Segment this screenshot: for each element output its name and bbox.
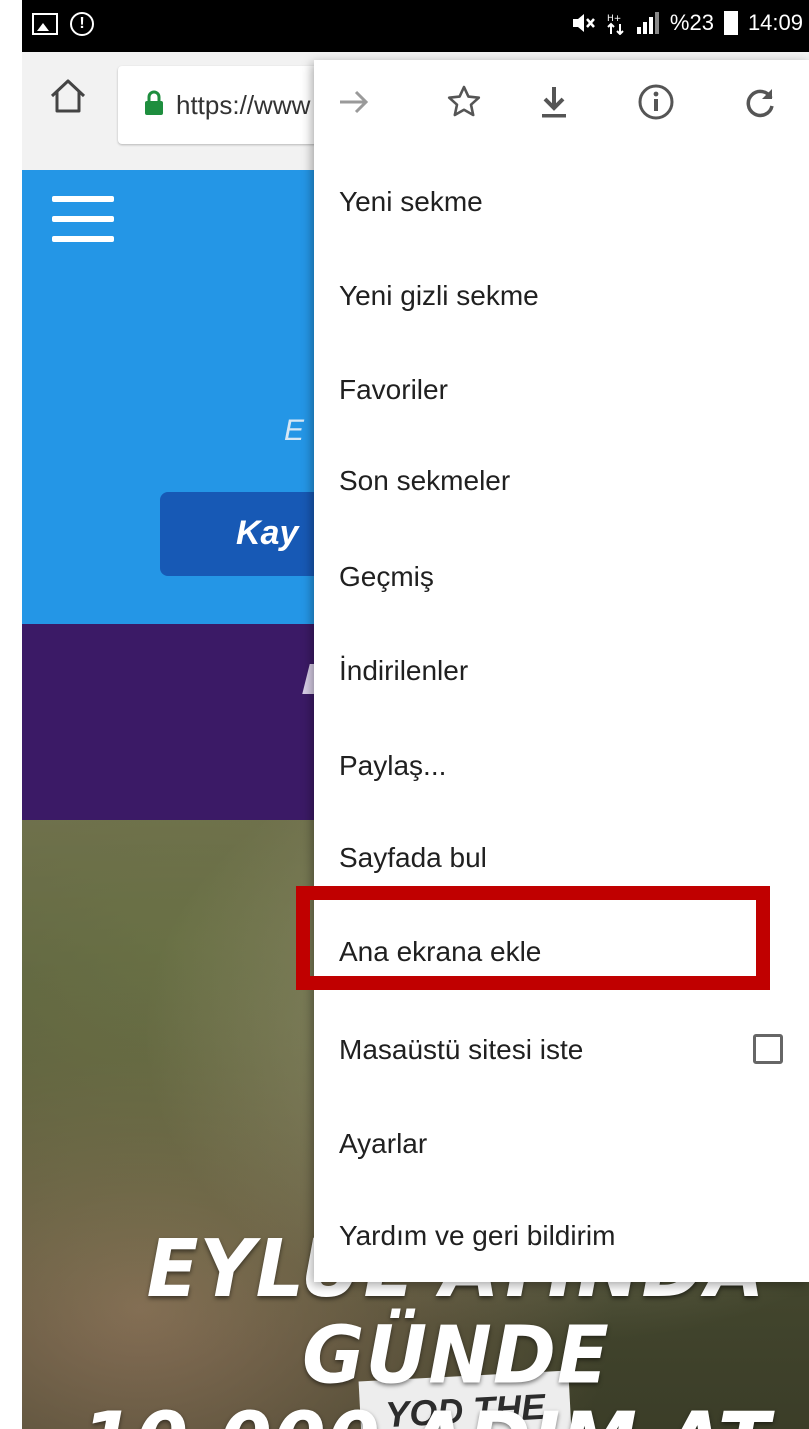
forward-icon[interactable]: [334, 82, 374, 122]
menu-item-history[interactable]: Geçmiş: [314, 531, 809, 623]
mute-icon: [572, 14, 595, 32]
menu-item-new-incognito-tab[interactable]: Yeni gizli sekme: [314, 250, 809, 342]
lock-icon: [145, 90, 163, 115]
menu-item-request-desktop-site[interactable]: Masaüstü sitesi iste: [314, 1004, 809, 1096]
data-icon: H+: [607, 14, 624, 35]
menu-item-label: Favoriler: [339, 374, 448, 405]
register-button-label: Kay: [236, 514, 299, 552]
headline-line-2: 10.000 ADIM AT: [22, 1398, 809, 1429]
menu-item-label: Yardım ve geri bildirim: [339, 1220, 616, 1251]
menu-item-share[interactable]: Paylaş...: [314, 720, 809, 812]
menu-action-row: [314, 60, 809, 144]
page-info-icon[interactable]: [636, 82, 676, 122]
menu-item-label: İndirilenler: [339, 655, 469, 686]
menu-item-new-tab[interactable]: Yeni sekme: [314, 156, 809, 248]
highlight-annotation-box: [296, 886, 770, 990]
menu-item-settings[interactable]: Ayarlar: [314, 1098, 809, 1190]
menu-item-label: Yeni sekme: [339, 186, 483, 217]
battery-icon: [723, 11, 738, 35]
home-icon[interactable]: [48, 76, 88, 116]
download-icon[interactable]: [534, 82, 574, 122]
menu-item-help-feedback[interactable]: Yardım ve geri bildirim: [314, 1190, 809, 1282]
menu-item-label: Paylaş...: [339, 750, 447, 781]
status-bar: ! H+ %23 14:09: [22, 0, 809, 52]
battery-percent: %23: [669, 10, 714, 35]
url-text: https://www: [176, 90, 311, 120]
phone-screen: ! H+ %23 14:09 https://www E Kay YOD THE…: [22, 0, 809, 1429]
menu-item-recent-tabs[interactable]: Son sekmeler: [314, 435, 809, 527]
menu-item-label: Yeni gizli sekme: [339, 280, 539, 311]
menu-item-label: Masaüstü sitesi iste: [339, 1034, 584, 1065]
desktop-site-checkbox[interactable]: [753, 1034, 783, 1064]
bookmark-star-icon[interactable]: [444, 82, 484, 122]
menu-item-downloads[interactable]: İndirilenler: [314, 625, 809, 717]
reload-icon[interactable]: [740, 82, 780, 122]
menu-item-label: Sayfada bul: [339, 842, 487, 873]
menu-item-label: Son sekmeler: [339, 465, 511, 496]
menu-item-label: Ayarlar: [339, 1128, 428, 1159]
svg-text:H+: H+: [607, 14, 621, 24]
alert-icon: !: [70, 12, 94, 36]
browser-overflow-menu: Yeni sekme Yeni gizli sekme Favoriler So…: [314, 60, 809, 1282]
banner-text-fragment: E: [284, 414, 305, 447]
hamburger-menu-icon[interactable]: [52, 196, 114, 242]
menu-item-label: Geçmiş: [339, 561, 434, 592]
image-icon: [32, 13, 58, 35]
menu-item-bookmarks[interactable]: Favoriler: [314, 344, 809, 436]
clock: 14:09: [747, 10, 803, 35]
signal-icon: [636, 12, 659, 34]
